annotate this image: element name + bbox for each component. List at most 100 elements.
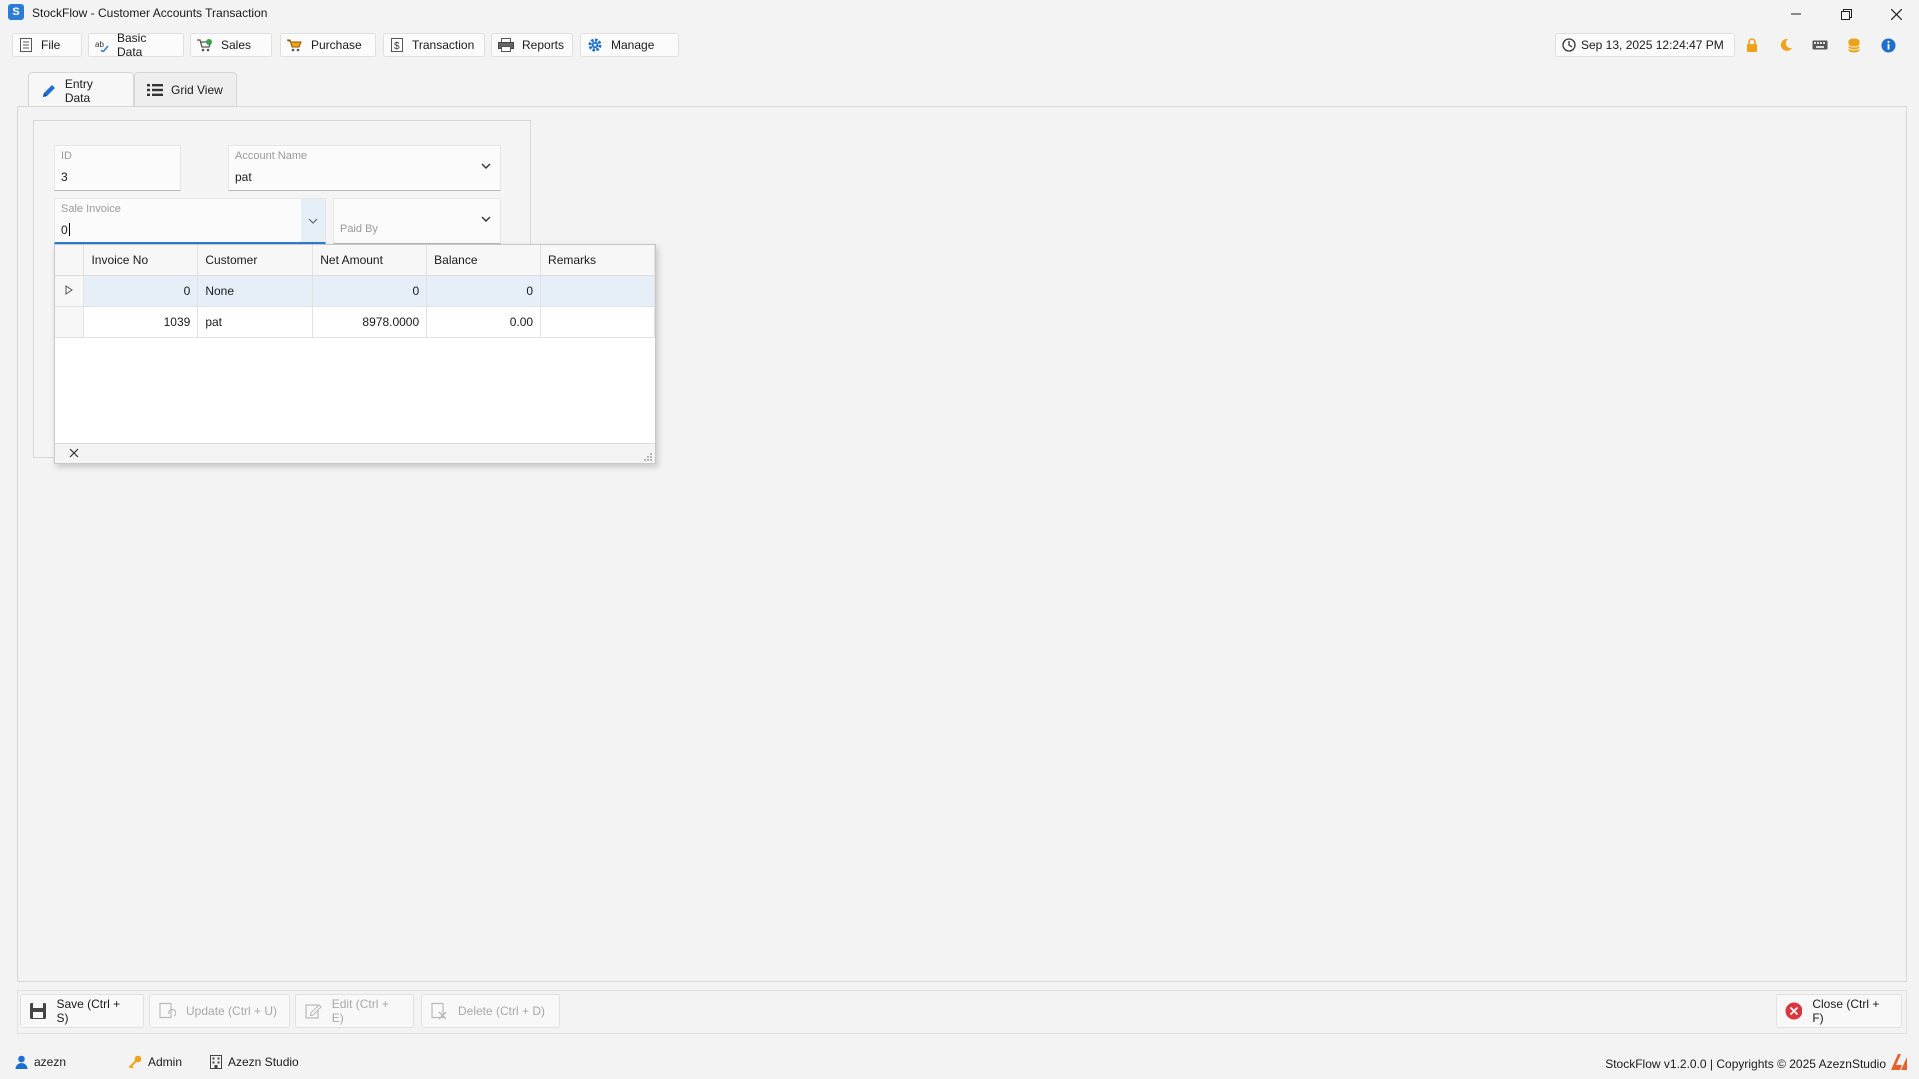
resize-grip[interactable] [644, 450, 653, 464]
menu-reports-label: Reports [522, 38, 565, 52]
row-indicator [55, 306, 85, 338]
tab-grid-view[interactable]: Grid View [134, 72, 237, 107]
column-header-invoice-no[interactable]: Invoice No [83, 245, 199, 276]
id-field[interactable]: ID 3 [54, 145, 181, 191]
invoice-grid: Invoice No Customer Net Amount Balance R… [55, 245, 655, 338]
menu-purchase[interactable]: Purchase [280, 33, 376, 57]
chevron-down-icon[interactable] [480, 160, 492, 172]
close-button-label: Close (Ctrl + F) [1812, 997, 1880, 1025]
dropdown-close-button[interactable] [69, 447, 79, 461]
status-company-name: Azezn Studio [228, 1055, 299, 1069]
svg-text:$: $ [394, 41, 400, 52]
sale-invoice-dropdown-button[interactable] [301, 199, 325, 242]
table-row[interactable]: 1039 pat 8978.0000 0.00 [55, 306, 655, 338]
column-header-net-amount[interactable]: Net Amount [312, 245, 428, 276]
menu-transaction[interactable]: $ Transaction [383, 33, 485, 57]
cell-remarks [540, 306, 655, 338]
grid-header-row: Invoice No Customer Net Amount Balance R… [55, 245, 655, 276]
row-pointer-icon [65, 284, 74, 295]
tab-entry-data[interactable]: Entry Data [28, 72, 134, 108]
menu-sales-label: Sales [221, 38, 252, 52]
copyright-text: StockFlow v1.2.0.0 | Copyrights © 2025 A… [1605, 1057, 1886, 1071]
close-button[interactable]: Close (Ctrl + F) [1776, 994, 1902, 1028]
moon-icon [1780, 38, 1792, 51]
table-row[interactable]: 0 None 0 0 [55, 275, 655, 307]
update-button[interactable]: Update (Ctrl + U) [149, 994, 290, 1028]
save-disk-icon [30, 1003, 46, 1019]
edit-button[interactable]: Edit (Ctrl + E) [295, 994, 414, 1028]
status-company: Azezn Studio [210, 1055, 299, 1069]
pencil-icon [43, 84, 55, 97]
chevron-down-icon[interactable] [480, 213, 492, 225]
save-button-label: Save (Ctrl + S) [56, 997, 121, 1025]
close-circle-icon [1785, 1002, 1803, 1020]
cell-customer: None [197, 275, 314, 307]
status-role: Admin [128, 1055, 182, 1069]
minimize-button[interactable] [1773, 0, 1819, 28]
menu-transaction-label: Transaction [412, 38, 475, 52]
datetime-display: Sep 13, 2025 12:24:47 PM [1555, 33, 1735, 57]
column-header-balance[interactable]: Balance [426, 245, 542, 276]
close-icon [1890, 8, 1902, 20]
clock-icon [1562, 38, 1576, 52]
cell-customer: pat [197, 306, 314, 338]
dark-mode-button[interactable] [1778, 37, 1794, 53]
database-icon [1848, 38, 1860, 52]
close-window-button[interactable] [1873, 0, 1919, 28]
account-name-combobox[interactable]: Account Name pat [228, 145, 501, 191]
sale-invoice-input[interactable]: 0 [61, 223, 70, 237]
delete-button-label: Delete (Ctrl + D) [458, 1004, 546, 1018]
status-user: azezn [15, 1055, 66, 1069]
minimize-icon [1791, 13, 1801, 15]
restore-icon [1840, 8, 1852, 20]
cell-balance: 0 [426, 275, 542, 307]
list-icon [147, 84, 163, 96]
paid-by-combobox[interactable]: Paid By [333, 198, 501, 244]
restore-button[interactable] [1823, 0, 1869, 28]
row-indicator-header [55, 245, 85, 276]
svg-text:ab: ab [95, 40, 104, 49]
resize-grip-icon [644, 453, 652, 461]
app-logo-icon: S [8, 4, 24, 20]
lock-button[interactable] [1744, 37, 1760, 53]
file-icon [20, 38, 32, 52]
tab-entry-data-label: Entry Data [64, 76, 93, 105]
paid-by-label: Paid By [340, 223, 378, 235]
keyboard-button[interactable] [1812, 37, 1828, 53]
row-indicator [55, 275, 85, 307]
chevron-down-icon [308, 218, 318, 224]
sales-cart-icon [197, 39, 212, 52]
brand-logo-icon [1890, 1053, 1908, 1074]
cell-remarks [540, 275, 655, 307]
menu-file[interactable]: File [12, 33, 82, 57]
database-button[interactable] [1846, 37, 1862, 53]
column-header-customer[interactable]: Customer [197, 245, 314, 276]
account-name-label: Account Name [235, 150, 308, 162]
delete-button[interactable]: Delete (Ctrl + D) [421, 994, 560, 1028]
datetime-text: Sep 13, 2025 12:24:47 PM [1581, 38, 1724, 52]
lock-icon [1747, 38, 1757, 52]
cell-invoice-no: 0 [83, 275, 199, 307]
menu-basic-data-label: Basic Data [117, 31, 147, 59]
cell-net-amount: 0 [312, 275, 428, 307]
menu-basic-data[interactable]: ab Basic Data [88, 31, 184, 59]
column-header-remarks[interactable]: Remarks [540, 245, 655, 276]
close-icon [69, 448, 79, 458]
sale-invoice-dropdown: Invoice No Customer Net Amount Balance R… [54, 244, 656, 464]
menu-sales[interactable]: Sales [190, 33, 272, 57]
gear-icon [588, 38, 602, 52]
sale-invoice-combobox[interactable]: Sale Invoice 0 [54, 198, 326, 244]
cell-balance: 0.00 [426, 306, 542, 338]
spell-check-icon: ab [95, 40, 109, 52]
status-user-name: azezn [34, 1055, 67, 1069]
menu-reports[interactable]: Reports [491, 33, 573, 57]
update-button-label: Update (Ctrl + U) [186, 1004, 278, 1018]
save-button[interactable]: Save (Ctrl + S) [20, 994, 144, 1028]
status-role-name: Admin [148, 1055, 183, 1069]
edit-document-icon [305, 1004, 322, 1019]
menu-manage[interactable]: Manage [580, 33, 679, 57]
delete-document-icon [431, 1002, 447, 1020]
info-button[interactable] [1880, 37, 1896, 53]
sale-invoice-value: 0 [61, 223, 68, 237]
menu-file-label: File [41, 38, 61, 52]
